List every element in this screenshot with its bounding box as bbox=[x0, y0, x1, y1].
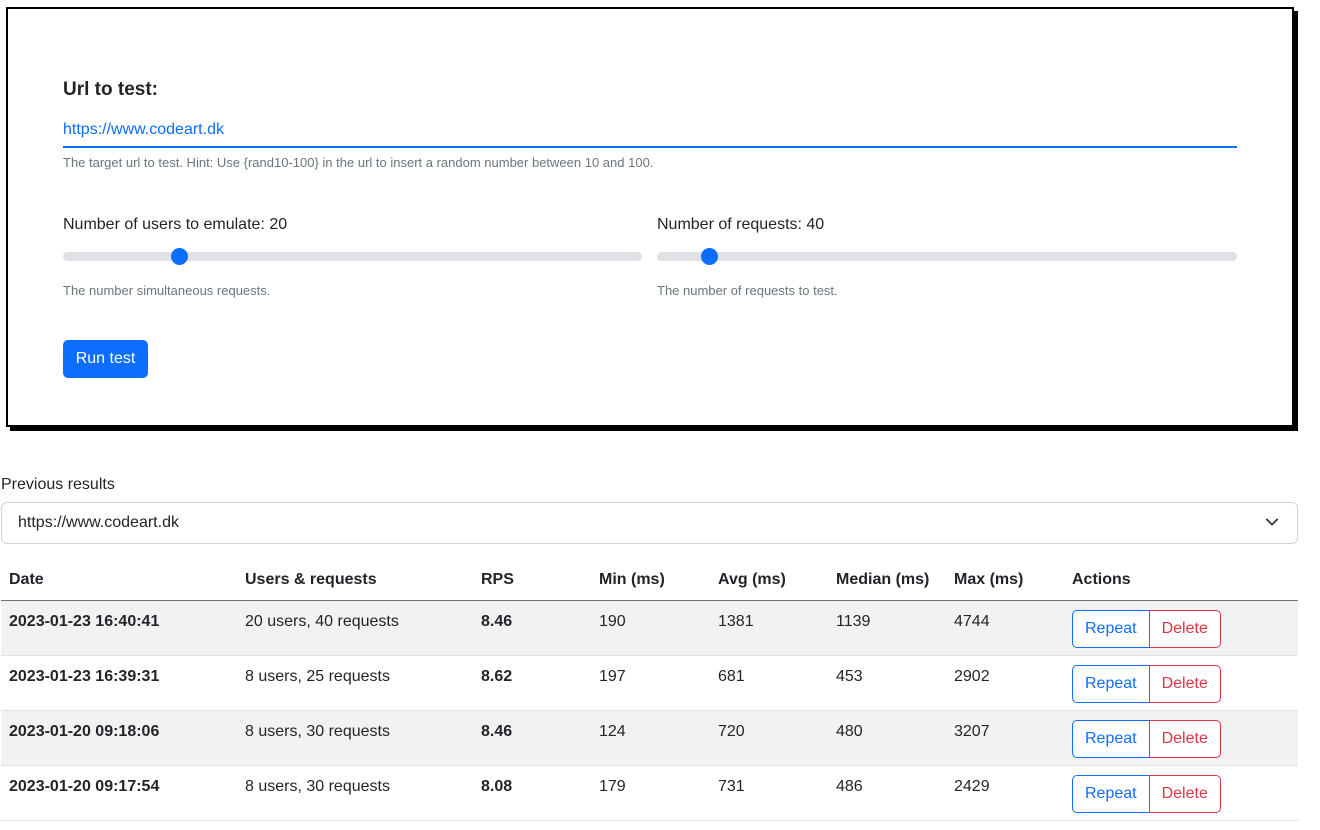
users-range-hint: The number simultaneous requests. bbox=[63, 283, 271, 298]
cell-avg: 1381 bbox=[710, 600, 828, 656]
delete-button[interactable]: Delete bbox=[1148, 664, 1221, 703]
cell-date: 2023-01-23 16:39:31 bbox=[1, 655, 237, 711]
cell-median: 480 bbox=[828, 710, 946, 766]
cell-median: 1139 bbox=[828, 600, 946, 656]
requests-range-thumb[interactable] bbox=[701, 248, 719, 265]
header-min: Min (ms) bbox=[591, 560, 710, 601]
table-row: 2023-01-20 09:17:54 8 users, 30 requests… bbox=[1, 765, 1298, 821]
cell-max: 2902 bbox=[946, 655, 1064, 711]
repeat-button[interactable]: Repeat bbox=[1072, 719, 1150, 758]
header-median: Median (ms) bbox=[828, 560, 946, 601]
cell-max: 3207 bbox=[946, 710, 1064, 766]
cell-date: 2023-01-20 09:18:06 bbox=[1, 710, 237, 766]
cell-users-requests: 8 users, 30 requests bbox=[237, 710, 473, 766]
cell-median: 453 bbox=[828, 655, 946, 711]
row-actions: Repeat Delete bbox=[1072, 719, 1221, 758]
users-range-slider[interactable] bbox=[63, 248, 642, 265]
users-range-thumb[interactable] bbox=[170, 248, 188, 265]
previous-results-selected: https://www.codeart.dk bbox=[18, 514, 179, 531]
delete-button[interactable]: Delete bbox=[1148, 774, 1221, 813]
table-row: 2023-01-23 16:40:41 20 users, 40 request… bbox=[1, 600, 1298, 656]
row-actions: Repeat Delete bbox=[1072, 664, 1221, 703]
results-table: Date Users & requests RPS Min (ms) Avg (… bbox=[1, 560, 1298, 821]
row-actions: Repeat Delete bbox=[1072, 609, 1221, 648]
url-input[interactable] bbox=[63, 117, 1237, 148]
cell-actions: Repeat Delete bbox=[1064, 710, 1298, 766]
cell-actions: Repeat Delete bbox=[1064, 600, 1298, 656]
previous-results-select[interactable]: https://www.codeart.dk bbox=[1, 502, 1298, 544]
table-header-row: Date Users & requests RPS Min (ms) Avg (… bbox=[1, 560, 1298, 601]
cell-rps: 8.08 bbox=[473, 765, 591, 821]
table-row: 2023-01-20 09:18:06 8 users, 30 requests… bbox=[1, 710, 1298, 766]
header-actions: Actions bbox=[1064, 560, 1298, 601]
url-hint: The target url to test. Hint: Use {rand1… bbox=[63, 155, 654, 170]
cell-rps: 8.62 bbox=[473, 655, 591, 711]
cell-actions: Repeat Delete bbox=[1064, 655, 1298, 711]
cell-date: 2023-01-20 09:17:54 bbox=[1, 765, 237, 821]
cell-avg: 731 bbox=[710, 765, 828, 821]
repeat-button[interactable]: Repeat bbox=[1072, 664, 1150, 703]
delete-button[interactable]: Delete bbox=[1148, 609, 1221, 648]
requests-range-slider[interactable] bbox=[657, 248, 1237, 265]
users-range-label: Number of users to emulate: 20 bbox=[63, 216, 288, 233]
row-actions: Repeat Delete bbox=[1072, 774, 1221, 813]
cell-users-requests: 20 users, 40 requests bbox=[237, 600, 473, 656]
previous-results-label: Previous results bbox=[1, 476, 115, 493]
cell-max: 2429 bbox=[946, 765, 1064, 821]
delete-button[interactable]: Delete bbox=[1148, 719, 1221, 758]
table-row: 2023-01-23 16:39:31 8 users, 25 requests… bbox=[1, 655, 1298, 711]
repeat-button[interactable]: Repeat bbox=[1072, 774, 1150, 813]
cell-users-requests: 8 users, 30 requests bbox=[237, 765, 473, 821]
requests-range-label: Number of requests: 40 bbox=[657, 216, 825, 233]
header-max: Max (ms) bbox=[946, 560, 1064, 601]
cell-rps: 8.46 bbox=[473, 600, 591, 656]
header-avg: Avg (ms) bbox=[710, 560, 828, 601]
requests-range-hint: The number of requests to test. bbox=[657, 283, 838, 298]
cell-avg: 681 bbox=[710, 655, 828, 711]
chevron-down-icon bbox=[1265, 518, 1279, 526]
cell-median: 486 bbox=[828, 765, 946, 821]
url-label: Url to test: bbox=[63, 79, 158, 100]
test-form-card: Url to test: The target url to test. Hin… bbox=[6, 7, 1294, 427]
cell-users-requests: 8 users, 25 requests bbox=[237, 655, 473, 711]
cell-rps: 8.46 bbox=[473, 710, 591, 766]
header-users-requests: Users & requests bbox=[237, 560, 473, 601]
run-test-button[interactable]: Run test bbox=[63, 340, 148, 378]
cell-actions: Repeat Delete bbox=[1064, 765, 1298, 821]
cell-date: 2023-01-23 16:40:41 bbox=[1, 600, 237, 656]
header-rps: RPS bbox=[473, 560, 591, 601]
cell-max: 4744 bbox=[946, 600, 1064, 656]
cell-min: 179 bbox=[591, 765, 710, 821]
repeat-button[interactable]: Repeat bbox=[1072, 609, 1150, 648]
cell-min: 124 bbox=[591, 710, 710, 766]
cell-avg: 720 bbox=[710, 710, 828, 766]
header-date: Date bbox=[1, 560, 237, 601]
cell-min: 190 bbox=[591, 600, 710, 656]
cell-min: 197 bbox=[591, 655, 710, 711]
